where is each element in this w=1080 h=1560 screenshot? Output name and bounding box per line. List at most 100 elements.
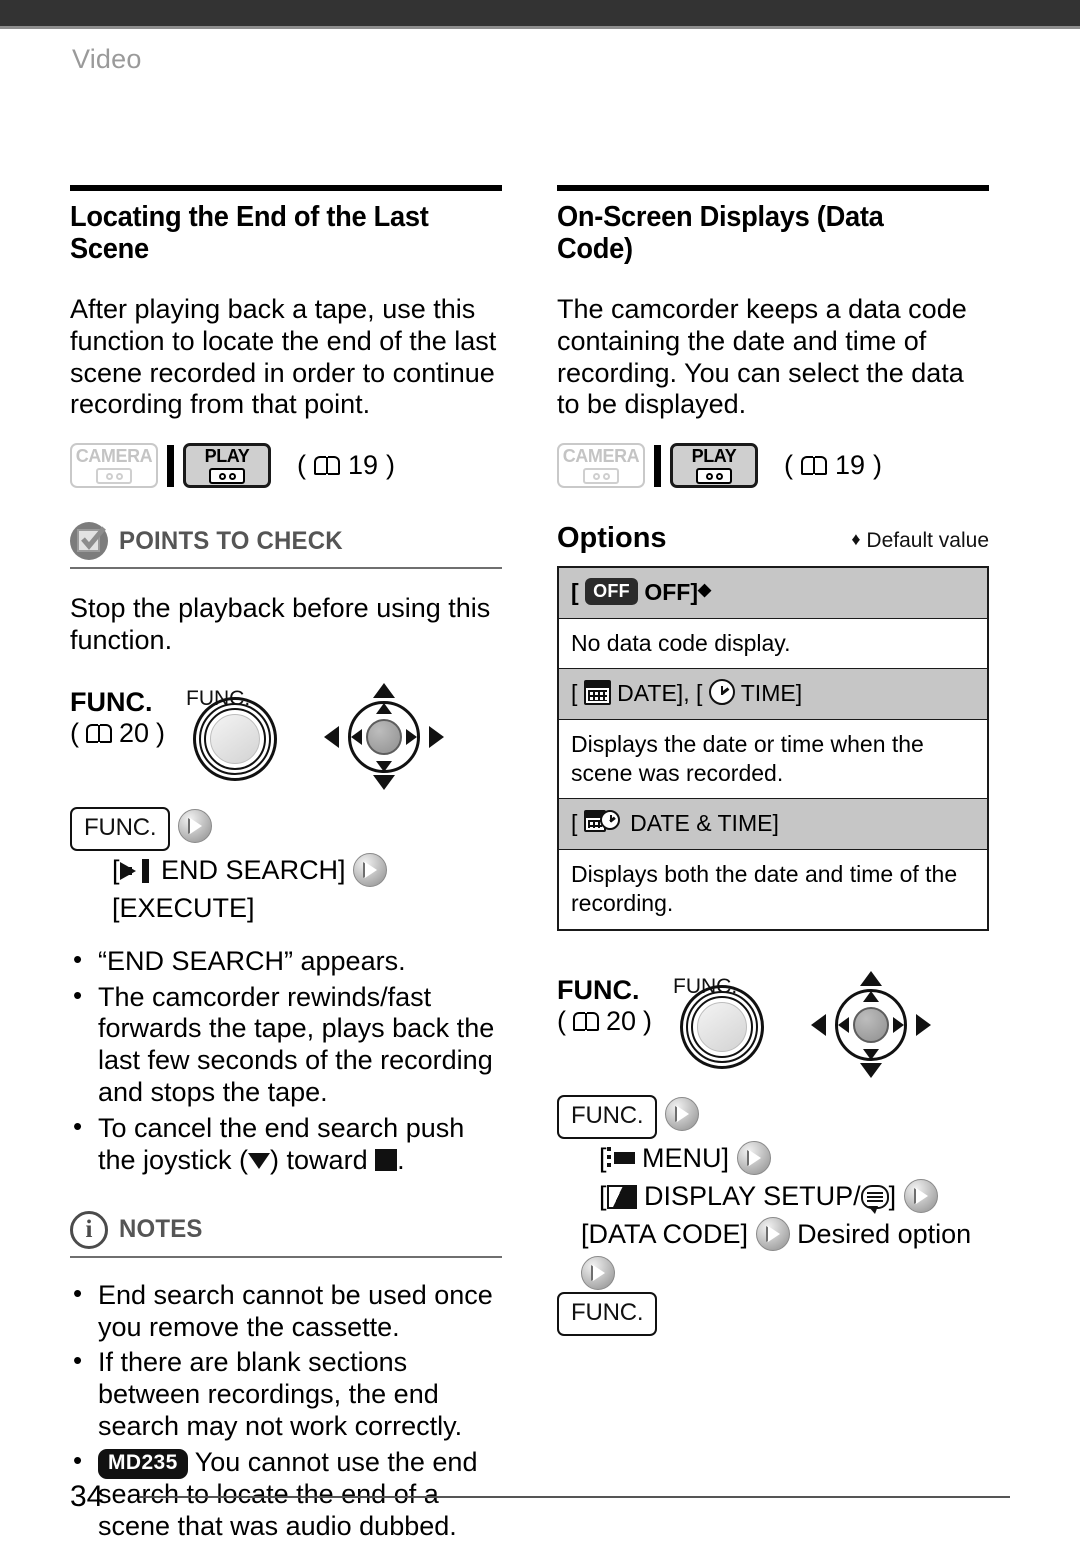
camera-mode-label: CAMERA: [562, 446, 640, 467]
right-mode-page-number: 19: [835, 450, 866, 481]
right-func-page-number: 20: [606, 1005, 637, 1036]
bracket-open: [: [112, 855, 120, 886]
points-to-check-callout: POINTS TO CHECK Stop the playback before…: [70, 522, 502, 657]
notes-header: i NOTES: [70, 1210, 502, 1249]
play-mode-badge: PLAY: [183, 443, 271, 489]
mode-divider: [167, 444, 174, 487]
left-intro-text: After playing back a tape, use this func…: [70, 293, 497, 420]
func-key-button[interactable]: FUNC.: [557, 1292, 658, 1337]
page-number: 34: [70, 1480, 104, 1513]
book-icon: [801, 456, 827, 476]
page-footer: 34: [70, 1480, 1010, 1514]
left-column: Locating the End of the Last Scene After…: [70, 185, 502, 1543]
list-item-cancel: To cancel the end search push the joysti…: [70, 1111, 502, 1177]
play-mode-label: PLAY: [691, 446, 737, 467]
func-dial-caption: FUNC.: [186, 686, 251, 710]
right-step-menu: [ MENU]: [557, 1139, 989, 1177]
points-to-check-rule: [70, 567, 502, 570]
footer-rule: [139, 1496, 1010, 1498]
display-setup-icon: [606, 1185, 637, 1210]
right-step-func-close: FUNC.: [557, 1292, 989, 1337]
left-mode-badges: CAMERA PLAY (19): [70, 443, 502, 489]
joystick-icon: [811, 970, 932, 1078]
notes-rule: [70, 1255, 502, 1258]
right-step-data-code: [DATA CODE] Desired option: [557, 1215, 989, 1292]
right-mode-page-reference: (19): [784, 450, 883, 481]
left-func-hardware-row: FUNC. (20) FUNC.: [70, 682, 502, 790]
data-code-label: [DATA CODE]: [581, 1219, 749, 1250]
table-row: [ OFF OFF]◆: [557, 566, 989, 619]
camera-mode-badge: CAMERA: [70, 443, 158, 489]
right-func-label-block: FUNC. (20): [557, 975, 652, 1037]
section-rule-left: [70, 185, 502, 191]
play-tape-icon: [696, 468, 732, 485]
off-badge-icon: OFF: [585, 578, 638, 606]
right-mode-badges: CAMERA PLAY (19): [557, 443, 989, 489]
right-arrow-button-icon[interactable]: [177, 808, 212, 843]
right-step-func-open: FUNC.: [557, 1094, 989, 1139]
func-key-button[interactable]: FUNC.: [557, 1094, 658, 1139]
end-search-icon: [119, 859, 154, 884]
right-arrow-button-icon[interactable]: [755, 1217, 790, 1252]
camera-tape-icon: [583, 468, 619, 485]
clock-icon: [708, 679, 735, 706]
top-bar-edge: [0, 26, 1080, 29]
camera-mode-badge: CAMERA: [557, 443, 645, 489]
points-to-check-title: POINTS TO CHECK: [119, 526, 343, 555]
option-name-date-and-time: [ DATE & TIME]: [557, 798, 989, 850]
left-mode-page-reference: (19): [297, 450, 396, 481]
func-key-button[interactable]: FUNC.: [70, 806, 171, 852]
left-bullet-list: “END SEARCH” appears. The camcorder rewi…: [70, 944, 502, 1177]
menu-list-icon: [606, 1145, 635, 1171]
display-setup-label: DISPLAY SETUP/: [644, 1181, 861, 1212]
option-description-date-time: Displays the date or time when the scene…: [557, 718, 989, 800]
table-row: [ DATE & TIME]: [557, 798, 989, 850]
notes-title: NOTES: [119, 1215, 203, 1244]
right-step-display-setup: [ DISPLAY SETUP/]: [557, 1177, 989, 1215]
end-search-label: END SEARCH]: [161, 855, 346, 886]
right-arrow-button-icon[interactable]: [664, 1096, 699, 1131]
book-icon: [314, 456, 340, 476]
left-mode-page-number: 19: [348, 450, 379, 481]
right-arrow-button-icon[interactable]: [903, 1179, 938, 1214]
chapter-label: Video: [72, 44, 142, 74]
right-step-sequence: FUNC. [ MENU] [ DISPLAY SETUP/] [DATA CO…: [557, 1094, 989, 1337]
options-header: Options ♦ Default value: [557, 522, 989, 555]
right-column: On-Screen Displays (Data Code) The camco…: [557, 185, 989, 1337]
right-section-title: On-Screen Displays (Data Code): [557, 201, 884, 265]
right-func-label: FUNC.: [557, 974, 640, 1005]
points-to-check-header: POINTS TO CHECK: [70, 522, 502, 561]
left-step-sequence: FUNC. [ END SEARCH] [EXECUTE]: [70, 806, 502, 928]
info-circle-icon: i: [70, 1210, 108, 1249]
play-mode-label: PLAY: [204, 446, 250, 467]
option-description-date-and-time: Displays both the date and time of the r…: [557, 848, 989, 931]
left-step-end-search: [ END SEARCH] [EXECUTE]: [70, 851, 502, 928]
section-rule-right: [557, 185, 989, 191]
stop-square-icon: [375, 1148, 398, 1171]
book-icon: [86, 724, 112, 743]
options-table: [ OFF OFF]◆ No data code display. [ DATE…: [557, 566, 989, 931]
right-arrow-button-icon[interactable]: [581, 1255, 615, 1290]
menu-label: MENU]: [642, 1142, 730, 1173]
calendar-clock-icon: [583, 809, 624, 835]
left-section-title: Locating the End of the Last Scene: [70, 201, 429, 265]
points-to-check-text: Stop the playback before using this func…: [70, 593, 491, 656]
left-func-page-number: 20: [119, 717, 150, 748]
camera-mode-label: CAMERA: [75, 446, 153, 467]
func-dial-caption: FUNC.: [673, 974, 738, 998]
speech-bubble-icon: [860, 1185, 889, 1215]
list-item: End search cannot be used once you remov…: [70, 1278, 502, 1344]
calendar-icon: [583, 680, 611, 706]
right-arrow-button-icon[interactable]: [353, 853, 388, 888]
right-func-hardware-row: FUNC. (20) FUNC.: [557, 970, 989, 1078]
joystick-down-arrow-icon: [248, 1152, 271, 1169]
camera-tape-icon: [96, 468, 132, 485]
right-arrow-button-icon[interactable]: [736, 1140, 771, 1175]
right-func-page-reference: (20): [557, 1005, 653, 1036]
list-item: “END SEARCH” appears.: [70, 944, 502, 978]
option-name-off: [ OFF OFF]◆: [557, 566, 989, 619]
left-func-label-block: FUNC. (20): [70, 687, 165, 749]
table-row: Displays the date or time when the scene…: [557, 718, 989, 800]
mode-divider: [654, 444, 661, 487]
top-dark-bar: [0, 0, 1080, 26]
